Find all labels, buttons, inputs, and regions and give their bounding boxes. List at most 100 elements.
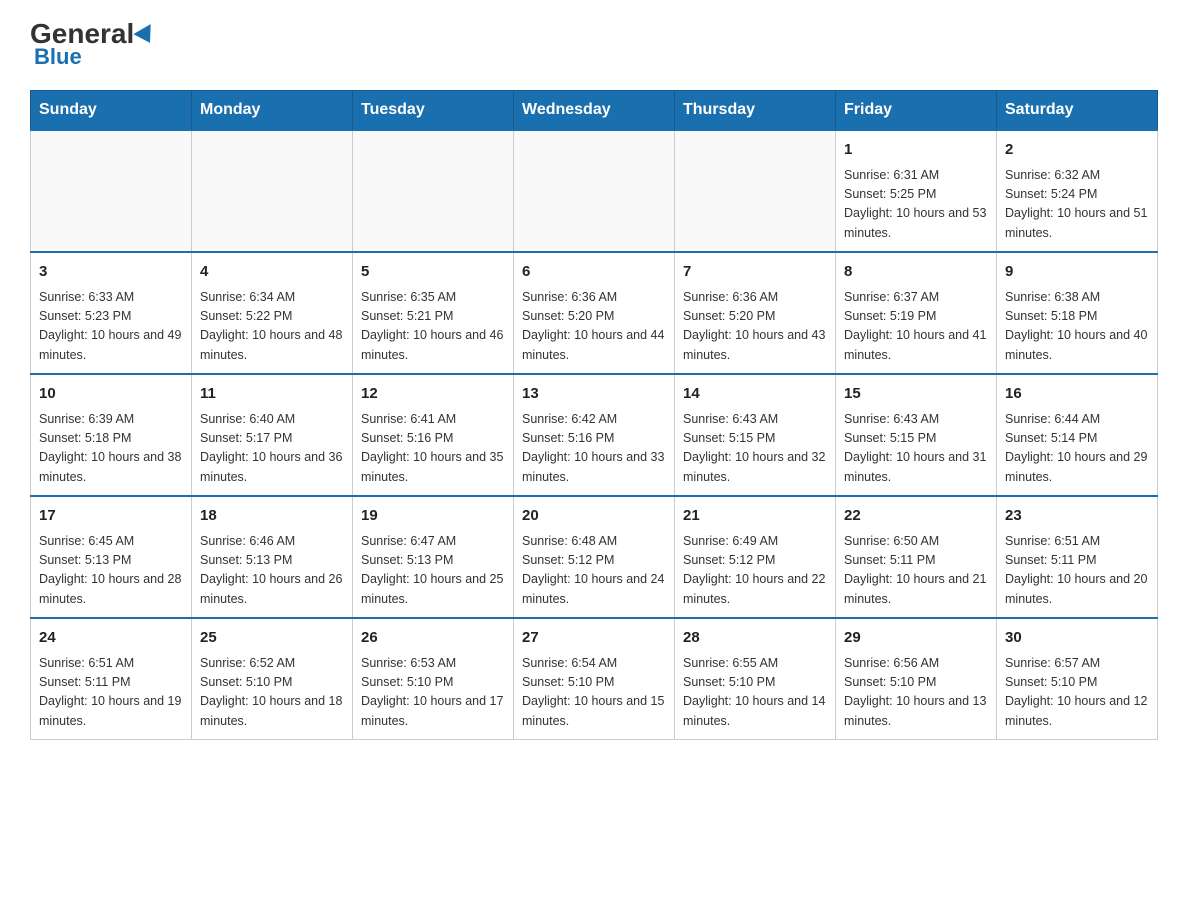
calendar-cell: 21 Sunrise: 6:49 AM Sunset: 5:12 PM Dayli… [675,496,836,618]
day-number: 7 [683,261,827,284]
calendar-week-row: 10 Sunrise: 6:39 AM Sunset: 5:18 PM Dayli… [31,374,1158,496]
calendar-cell: 13Sunrise: 6:42 AM Sunset: 5:16 PM Dayli… [514,374,675,496]
calendar-cell: 6 Sunrise: 6:36 AM Sunset: 5:20 PM Daylig… [514,252,675,374]
calendar-cell: 23 Sunrise: 6:51 AM Sunset: 5:11 PM Dayli… [997,496,1158,618]
day-number: 12 [361,383,505,406]
day-number: 21 [683,505,827,528]
day-info: Sunrise: 6:55 AM Sunset: 5:10 PM Dayligh… [683,654,827,732]
calendar-cell: 29 Sunrise: 6:56 AM Sunset: 5:10 PM Dayli… [836,618,997,740]
day-number: 1 [844,139,988,162]
day-info: Sunrise: 6:38 AM Sunset: 5:18 PM Dayligh… [1005,288,1149,366]
day-info: Sunrise: 6:42 AM Sunset: 5:16 PM Dayligh… [522,410,666,488]
day-number: 2 [1005,139,1149,162]
day-number: 5 [361,261,505,284]
day-number: 11 [200,383,344,406]
day-info: Sunrise: 6:52 AM Sunset: 5:10 PM Dayligh… [200,654,344,732]
day-info: Sunrise: 6:57 AM Sunset: 5:10 PM Dayligh… [1005,654,1149,732]
day-number: 24 [39,627,183,650]
day-number: 20 [522,505,666,528]
calendar-cell: 16 Sunrise: 6:44 AM Sunset: 5:14 PM Dayli… [997,374,1158,496]
day-info: Sunrise: 6:43 AM Sunset: 5:15 PM Dayligh… [844,410,988,488]
calendar-cell: 22 Sunrise: 6:50 AM Sunset: 5:11 PM Dayli… [836,496,997,618]
day-info: Sunrise: 6:51 AM Sunset: 5:11 PM Dayligh… [39,654,183,732]
calendar-cell [675,130,836,252]
calendar-cell: 15 Sunrise: 6:43 AM Sunset: 5:15 PM Dayli… [836,374,997,496]
day-info: Sunrise: 6:37 AM Sunset: 5:19 PM Dayligh… [844,288,988,366]
day-number: 27 [522,627,666,650]
calendar-cell: 10 Sunrise: 6:39 AM Sunset: 5:18 PM Dayli… [31,374,192,496]
calendar-cell: 3 Sunrise: 6:33 AM Sunset: 5:23 PM Daylig… [31,252,192,374]
calendar-cell: 7 Sunrise: 6:36 AM Sunset: 5:20 PM Daylig… [675,252,836,374]
calendar-cell: 9Sunrise: 6:38 AM Sunset: 5:18 PM Daylig… [997,252,1158,374]
calendar-cell: 30 Sunrise: 6:57 AM Sunset: 5:10 PM Dayli… [997,618,1158,740]
day-number: 4 [200,261,344,284]
calendar-table: SundayMondayTuesdayWednesdayThursdayFrid… [30,90,1158,740]
calendar-cell: 18 Sunrise: 6:46 AM Sunset: 5:13 PM Dayli… [192,496,353,618]
day-info: Sunrise: 6:31 AM Sunset: 5:25 PM Dayligh… [844,166,988,244]
calendar-cell: 14 Sunrise: 6:43 AM Sunset: 5:15 PM Dayli… [675,374,836,496]
day-info: Sunrise: 6:47 AM Sunset: 5:13 PM Dayligh… [361,532,505,610]
day-info: Sunrise: 6:32 AM Sunset: 5:24 PM Dayligh… [1005,166,1149,244]
weekday-header-saturday: Saturday [997,91,1158,131]
day-info: Sunrise: 6:39 AM Sunset: 5:18 PM Dayligh… [39,410,183,488]
calendar-cell: 12 Sunrise: 6:41 AM Sunset: 5:16 PM Dayli… [353,374,514,496]
day-number: 25 [200,627,344,650]
day-number: 26 [361,627,505,650]
calendar-cell [192,130,353,252]
calendar-week-row: 1 Sunrise: 6:31 AM Sunset: 5:25 PM Daylig… [31,130,1158,252]
weekday-header-thursday: Thursday [675,91,836,131]
calendar-cell: 8 Sunrise: 6:37 AM Sunset: 5:19 PM Daylig… [836,252,997,374]
calendar-cell: 17 Sunrise: 6:45 AM Sunset: 5:13 PM Dayli… [31,496,192,618]
day-info: Sunrise: 6:49 AM Sunset: 5:12 PM Dayligh… [683,532,827,610]
day-info: Sunrise: 6:50 AM Sunset: 5:11 PM Dayligh… [844,532,988,610]
calendar-cell: 1 Sunrise: 6:31 AM Sunset: 5:25 PM Daylig… [836,130,997,252]
day-number: 6 [522,261,666,284]
day-number: 30 [1005,627,1149,650]
logo: General Blue [30,20,156,70]
day-info: Sunrise: 6:36 AM Sunset: 5:20 PM Dayligh… [683,288,827,366]
calendar-cell: 28 Sunrise: 6:55 AM Sunset: 5:10 PM Dayli… [675,618,836,740]
day-number: 16 [1005,383,1149,406]
day-info: Sunrise: 6:44 AM Sunset: 5:14 PM Dayligh… [1005,410,1149,488]
day-number: 8 [844,261,988,284]
calendar-cell: 25 Sunrise: 6:52 AM Sunset: 5:10 PM Dayli… [192,618,353,740]
day-info: Sunrise: 6:45 AM Sunset: 5:13 PM Dayligh… [39,532,183,610]
weekday-header-monday: Monday [192,91,353,131]
calendar-cell: 4Sunrise: 6:34 AM Sunset: 5:22 PM Daylig… [192,252,353,374]
day-number: 14 [683,383,827,406]
day-number: 19 [361,505,505,528]
calendar-week-row: 17 Sunrise: 6:45 AM Sunset: 5:13 PM Dayli… [31,496,1158,618]
day-info: Sunrise: 6:56 AM Sunset: 5:10 PM Dayligh… [844,654,988,732]
day-number: 17 [39,505,183,528]
day-info: Sunrise: 6:51 AM Sunset: 5:11 PM Dayligh… [1005,532,1149,610]
logo-blue: Blue [34,44,82,70]
day-number: 22 [844,505,988,528]
day-number: 23 [1005,505,1149,528]
day-info: Sunrise: 6:46 AM Sunset: 5:13 PM Dayligh… [200,532,344,610]
weekday-header-sunday: Sunday [31,91,192,131]
day-number: 15 [844,383,988,406]
day-number: 3 [39,261,183,284]
day-info: Sunrise: 6:40 AM Sunset: 5:17 PM Dayligh… [200,410,344,488]
calendar-week-row: 24 Sunrise: 6:51 AM Sunset: 5:11 PM Dayli… [31,618,1158,740]
page-header: General Blue [30,20,1158,70]
calendar-cell [353,130,514,252]
day-info: Sunrise: 6:48 AM Sunset: 5:12 PM Dayligh… [522,532,666,610]
day-info: Sunrise: 6:41 AM Sunset: 5:16 PM Dayligh… [361,410,505,488]
day-number: 28 [683,627,827,650]
logo-triangle-icon [134,24,159,48]
day-info: Sunrise: 6:35 AM Sunset: 5:21 PM Dayligh… [361,288,505,366]
calendar-cell: 5 Sunrise: 6:35 AM Sunset: 5:21 PM Daylig… [353,252,514,374]
weekday-header-tuesday: Tuesday [353,91,514,131]
calendar-cell: 26Sunrise: 6:53 AM Sunset: 5:10 PM Dayli… [353,618,514,740]
day-number: 10 [39,383,183,406]
calendar-cell: 24 Sunrise: 6:51 AM Sunset: 5:11 PM Dayli… [31,618,192,740]
weekday-header-wednesday: Wednesday [514,91,675,131]
day-info: Sunrise: 6:36 AM Sunset: 5:20 PM Dayligh… [522,288,666,366]
day-info: Sunrise: 6:54 AM Sunset: 5:10 PM Dayligh… [522,654,666,732]
day-number: 18 [200,505,344,528]
day-info: Sunrise: 6:33 AM Sunset: 5:23 PM Dayligh… [39,288,183,366]
calendar-header-row: SundayMondayTuesdayWednesdayThursdayFrid… [31,91,1158,131]
day-info: Sunrise: 6:43 AM Sunset: 5:15 PM Dayligh… [683,410,827,488]
day-number: 29 [844,627,988,650]
